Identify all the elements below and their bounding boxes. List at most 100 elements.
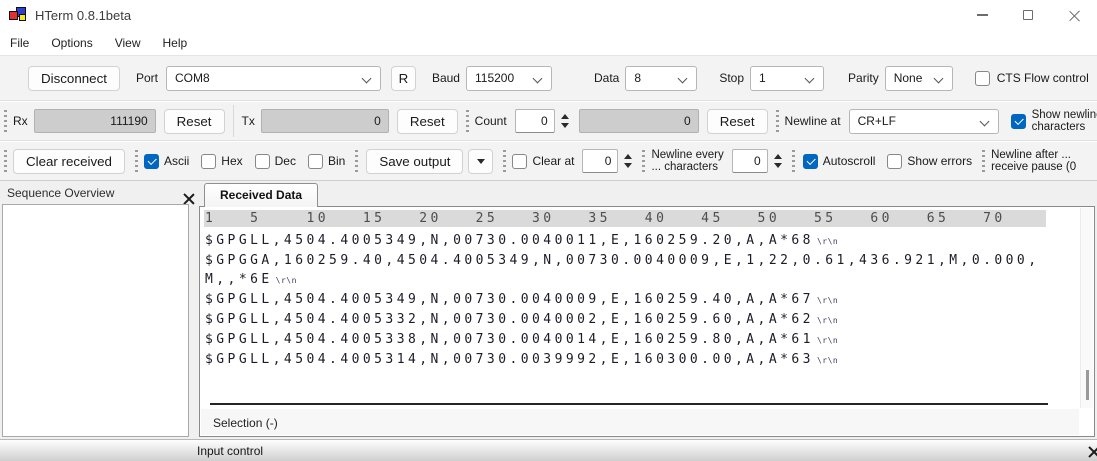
connection-toolbar: Disconnect Port COM8 R Baud 115200 Data …: [0, 56, 1097, 101]
drag-handle[interactable]: [135, 150, 138, 172]
baud-select[interactable]: 115200: [466, 66, 552, 91]
newline-every-label: Newline every ... characters: [651, 149, 723, 174]
save-output-button[interactable]: Save output: [366, 149, 463, 174]
newline-characters: \r\n: [817, 316, 838, 325]
spin-down-icon: [561, 123, 569, 128]
tx-count-field: 0: [261, 109, 389, 133]
save-output-dropdown-button[interactable]: [468, 149, 493, 174]
count-spinner-arrows[interactable]: [561, 114, 569, 128]
show-newline-checkbox[interactable]: [1011, 114, 1026, 129]
data-line-text: $GPGLL,4504.4005338,N,00730.0040014,E,16…: [205, 332, 814, 347]
count-spinner[interactable]: 0: [515, 109, 555, 133]
sequence-overview-header: Sequence Overview: [0, 181, 190, 204]
data-line-text: M,,*6E: [205, 272, 273, 287]
received-data-view: 1 5 10 15 20 25 30 35 40 45 50 55 60 65 …: [199, 206, 1095, 437]
received-data-pane: Received Data 1 5 10 15 20 25 30 35 40 4…: [196, 181, 1097, 439]
clear-at-checkbox[interactable]: [512, 154, 527, 169]
data-line: $GPGLL,4504.4005349,N,00730.0040011,E,16…: [205, 231, 1074, 251]
clear-at-spinner-arrows[interactable]: [624, 154, 632, 168]
data-line: $GPGLL,4504.4005349,N,00730.0040009,E,16…: [205, 290, 1074, 310]
drag-handle[interactable]: [792, 150, 795, 172]
autoscroll-label: Autoscroll: [823, 154, 876, 168]
tx-reset-button[interactable]: Reset: [397, 109, 458, 134]
title-bar: HTerm 0.8.1beta: [0, 0, 1097, 30]
drag-handle[interactable]: [4, 110, 7, 132]
input-control-title: Input control: [197, 444, 263, 458]
disconnect-button[interactable]: Disconnect: [28, 66, 120, 91]
autoscroll-checkbox[interactable]: [803, 154, 818, 169]
cts-flow-label: CTS Flow control: [997, 71, 1089, 85]
show-errors-label: Show errors: [907, 154, 972, 168]
dropdown-arrow-icon: [477, 159, 485, 164]
input-control-bar: Input control: [0, 439, 1097, 461]
bin-checkbox[interactable]: [308, 154, 323, 169]
port-label: Port: [136, 71, 158, 85]
rx-count-field: 111190: [34, 109, 156, 133]
app-logo-icon: [9, 7, 27, 23]
parity-label: Parity: [848, 71, 879, 85]
menu-view[interactable]: View: [104, 30, 152, 55]
stop-bits-select[interactable]: 1: [750, 66, 824, 91]
newline-characters: \r\n: [817, 296, 838, 305]
rx-reset-button[interactable]: Reset: [164, 109, 225, 134]
tab-received-data[interactable]: Received Data: [204, 183, 318, 207]
logo-red-square: [9, 11, 18, 20]
parity-select[interactable]: None: [885, 66, 953, 91]
data-line-text: $GPGLL,4504.4005349,N,00730.0040011,E,16…: [205, 233, 814, 248]
data-line: M,,*6E\r\n: [205, 270, 1074, 290]
sequence-overview-panel: Sequence Overview: [0, 181, 190, 439]
spin-down-icon: [774, 163, 782, 168]
maximize-button[interactable]: [1005, 0, 1051, 30]
clear-at-spinner[interactable]: 0: [582, 149, 618, 173]
minimize-button[interactable]: [959, 0, 1005, 30]
dec-label: Dec: [275, 154, 296, 168]
vertical-scrollbar-thumb[interactable]: [1086, 370, 1089, 400]
data-line-text: $GPGLL,4504.4005349,N,00730.0040009,E,16…: [205, 292, 814, 307]
sequence-overview-body[interactable]: [2, 204, 189, 437]
newline-at-select[interactable]: CR+LF: [849, 109, 999, 134]
spin-down-icon: [624, 163, 632, 168]
spin-up-icon: [624, 154, 632, 159]
newline-after-pause-label: Newline after ... receive pause (0: [991, 149, 1076, 174]
data-line-text: $GPGGA,160259.40,4504.4005349,N,00730.00…: [205, 253, 1039, 268]
vertical-scrollbar[interactable]: [1080, 208, 1093, 408]
data-bits-select[interactable]: 8: [625, 66, 697, 91]
receive-toolbar: Clear received Ascii Hex Dec Bin Save ou…: [0, 142, 1097, 181]
drag-handle[interactable]: [642, 150, 645, 172]
minimize-icon: [977, 14, 988, 16]
ascii-checkbox[interactable]: [144, 154, 159, 169]
menu-help[interactable]: Help: [152, 30, 199, 55]
show-errors-checkbox[interactable]: [887, 154, 902, 169]
main-area: Sequence Overview Received Data 1 5 10 1…: [0, 181, 1097, 439]
menu-options[interactable]: Options: [40, 30, 103, 55]
maximize-icon: [1023, 10, 1033, 20]
drag-handle[interactable]: [355, 150, 358, 172]
drag-handle[interactable]: [982, 150, 985, 172]
cts-flow-checkbox[interactable]: [975, 71, 990, 86]
drag-handle[interactable]: [503, 150, 506, 172]
drag-handle[interactable]: [466, 110, 469, 132]
port-rescan-button[interactable]: R: [391, 66, 416, 91]
data-line: $GPGGA,160259.40,4504.4005349,N,00730.00…: [205, 251, 1074, 270]
dec-checkbox[interactable]: [255, 154, 270, 169]
close-icon: [1069, 10, 1080, 21]
hex-label: Hex: [221, 154, 242, 168]
close-button[interactable]: [1051, 0, 1097, 30]
window-title: HTerm 0.8.1beta: [35, 8, 131, 23]
port-select[interactable]: COM8: [166, 66, 381, 91]
drag-handle[interactable]: [776, 110, 779, 132]
spin-up-icon: [561, 114, 569, 119]
clear-received-button[interactable]: Clear received: [13, 149, 125, 174]
newline-at-label: Newline at: [785, 114, 841, 128]
newline-every-spinner[interactable]: 0: [732, 149, 768, 173]
drag-handle[interactable]: [4, 150, 7, 172]
count-reset-button[interactable]: Reset: [707, 109, 768, 134]
selection-bar: Selection (-): [201, 409, 1079, 435]
hex-checkbox[interactable]: [201, 154, 216, 169]
horizontal-scrollbar[interactable]: [210, 403, 1048, 405]
newline-every-spinner-arrows[interactable]: [774, 154, 782, 168]
rx-label: Rx: [13, 114, 28, 128]
tx-label: Tx: [242, 114, 255, 128]
menu-file[interactable]: File: [10, 30, 40, 55]
separator: [233, 105, 234, 137]
